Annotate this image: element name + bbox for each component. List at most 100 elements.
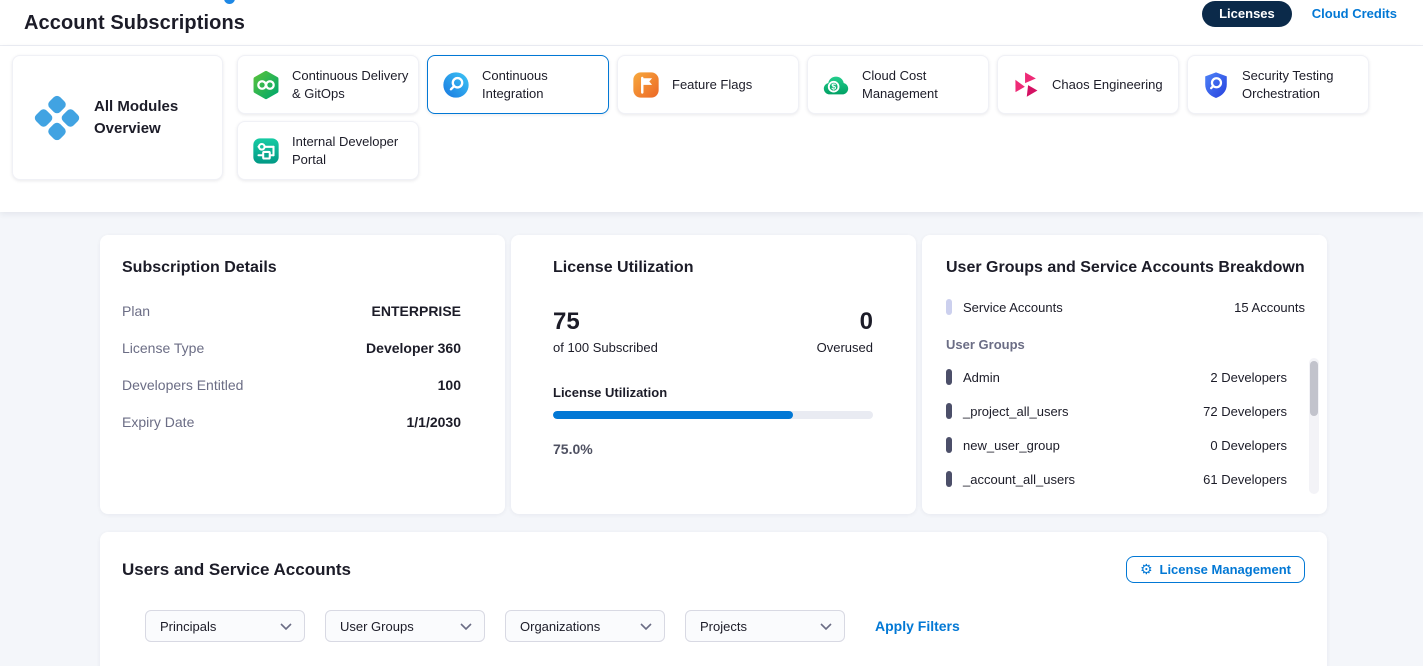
ci-icon (441, 70, 471, 100)
row-value: 100 (438, 377, 461, 393)
gear-icon: ⚙ (1140, 563, 1153, 577)
row-value: ENTERPRISE (372, 303, 461, 319)
group-name: Admin (963, 370, 1000, 385)
security-testing-icon (1201, 70, 1231, 100)
license-management-button[interactable]: ⚙ License Management (1126, 556, 1305, 583)
module-selector-strip: All Modules Overview Continuous Delivery… (0, 46, 1423, 212)
service-accounts-bullet-icon (946, 299, 952, 315)
module-card-internal-developer-portal[interactable]: Internal Developer Portal (237, 121, 419, 180)
licenses-tab[interactable]: Licenses (1202, 1, 1292, 27)
module-label: Continuous Integration (482, 67, 608, 102)
module-card-cd-gitops[interactable]: Continuous Delivery & GitOps (237, 55, 419, 114)
header-controls: Licenses Cloud Credits (1202, 0, 1397, 27)
license-utilization-title: License Utilization (553, 259, 873, 277)
subscription-details-title: Subscription Details (122, 259, 461, 277)
dropdown-label: User Groups (340, 619, 414, 634)
page-header: Account Subscriptions Licenses Cloud Cre… (0, 0, 1423, 46)
group-value: 0 Developers (1210, 438, 1287, 453)
module-label: Feature Flags (672, 76, 798, 94)
subscribed-caption: of 100 Subscribed (553, 340, 658, 355)
row-value: Developer 360 (366, 340, 461, 356)
overused-block: 0 Overused (817, 309, 873, 355)
subscription-details-card: Subscription Details Plan ENTERPRISE Lic… (100, 235, 505, 514)
license-management-label: License Management (1160, 562, 1292, 577)
group-name: _project_all_users (963, 404, 1069, 419)
group-bullet-icon (946, 403, 952, 419)
subscription-row-developers-entitled: Developers Entitled 100 (122, 377, 461, 393)
module-card-cloud-cost[interactable]: $ Cloud Cost Management (807, 55, 989, 114)
module-label: Cloud Cost Management (862, 67, 988, 102)
module-card-continuous-integration[interactable]: Continuous Integration (427, 55, 609, 114)
module-card-feature-flags[interactable]: Feature Flags (617, 55, 799, 114)
cloud-cost-icon: $ (821, 70, 851, 100)
module-card-security-testing[interactable]: Security Testing Orchestration (1187, 55, 1369, 114)
subscription-row-plan: Plan ENTERPRISE (122, 303, 461, 319)
chevron-down-icon (640, 623, 652, 630)
utilization-numbers: 75 of 100 Subscribed 0 Overused (553, 309, 873, 355)
groups-scrollbar-thumb[interactable] (1310, 361, 1318, 416)
svg-text:$: $ (831, 81, 836, 91)
group-bullet-icon (946, 471, 952, 487)
chevron-down-icon (460, 623, 472, 630)
cd-gitops-icon (251, 70, 281, 100)
all-modules-overview-card[interactable]: All Modules Overview (12, 55, 223, 180)
subscribed-block: 75 of 100 Subscribed (553, 309, 658, 355)
chaos-icon (1011, 70, 1041, 100)
organizations-dropdown[interactable]: Organizations (505, 610, 665, 642)
groups-scrollbar-track[interactable] (1309, 358, 1319, 494)
module-card-chaos-engineering[interactable]: Chaos Engineering (997, 55, 1179, 114)
row-label: License Type (122, 340, 204, 356)
breakdown-card: User Groups and Service Accounts Breakdo… (922, 235, 1327, 514)
service-accounts-value: 15 Accounts (1234, 300, 1305, 315)
overused-caption: Overused (817, 340, 873, 355)
row-value: 1/1/2030 (407, 414, 462, 430)
module-label: Chaos Engineering (1052, 76, 1178, 94)
row-label: Developers Entitled (122, 377, 243, 393)
all-modules-overview-label: All Modules Overview (94, 96, 189, 140)
principals-dropdown[interactable]: Principals (145, 610, 305, 642)
service-accounts-label: Service Accounts (963, 300, 1063, 315)
user-group-row: _account_all_users 61 Developers (946, 462, 1287, 496)
subscribed-count: 75 (553, 309, 658, 335)
utilization-progress-fill (553, 411, 793, 419)
dropdown-label: Projects (700, 619, 747, 634)
chevron-down-icon (280, 623, 292, 630)
overused-count: 0 (817, 309, 873, 335)
user-group-row: Admin 2 Developers (946, 360, 1287, 394)
service-accounts-row: Service Accounts 15 Accounts (946, 299, 1305, 315)
group-name: new_user_group (963, 438, 1060, 453)
internal-dev-portal-icon (251, 136, 281, 166)
user-group-row: _project_all_users 72 Developers (946, 394, 1287, 428)
utilization-percent: 75.0% (553, 441, 873, 457)
module-label: Continuous Delivery & GitOps (292, 67, 418, 102)
apply-filters-link[interactable]: Apply Filters (875, 618, 960, 634)
dropdown-label: Principals (160, 619, 216, 634)
user-groups-heading: User Groups (946, 337, 1305, 352)
dropdown-label: Organizations (520, 619, 600, 634)
cloud-credits-tab[interactable]: Cloud Credits (1312, 6, 1397, 21)
filters-row: Principals User Groups Organizations Pro… (145, 610, 1305, 642)
user-groups-list[interactable]: Admin 2 Developers _project_all_users 72… (946, 360, 1305, 496)
subscription-row-expiry-date: Expiry Date 1/1/2030 (122, 414, 461, 430)
group-value: 61 Developers (1203, 472, 1287, 487)
subscription-row-license-type: License Type Developer 360 (122, 340, 461, 356)
group-bullet-icon (946, 437, 952, 453)
module-label: Security Testing Orchestration (1242, 67, 1368, 102)
utilization-progress-track (553, 411, 873, 419)
group-bullet-icon (946, 369, 952, 385)
module-grid: Continuous Delivery & GitOps Continuous … (237, 55, 1387, 212)
row-label: Plan (122, 303, 150, 319)
group-name: _account_all_users (963, 472, 1075, 487)
users-service-accounts-card: Users and Service Accounts ⚙ License Man… (100, 532, 1327, 666)
module-label: Internal Developer Portal (292, 133, 418, 168)
user-groups-dropdown[interactable]: User Groups (325, 610, 485, 642)
all-modules-icon (33, 94, 81, 142)
breakdown-title: User Groups and Service Accounts Breakdo… (946, 259, 1305, 277)
summary-cards-row: Subscription Details Plan ENTERPRISE Lic… (100, 235, 1327, 514)
row-label: Expiry Date (122, 414, 194, 430)
users-section-title: Users and Service Accounts (122, 560, 351, 580)
help-icon[interactable] (224, 0, 235, 4)
chevron-down-icon (820, 623, 832, 630)
group-value: 72 Developers (1203, 404, 1287, 419)
projects-dropdown[interactable]: Projects (685, 610, 845, 642)
